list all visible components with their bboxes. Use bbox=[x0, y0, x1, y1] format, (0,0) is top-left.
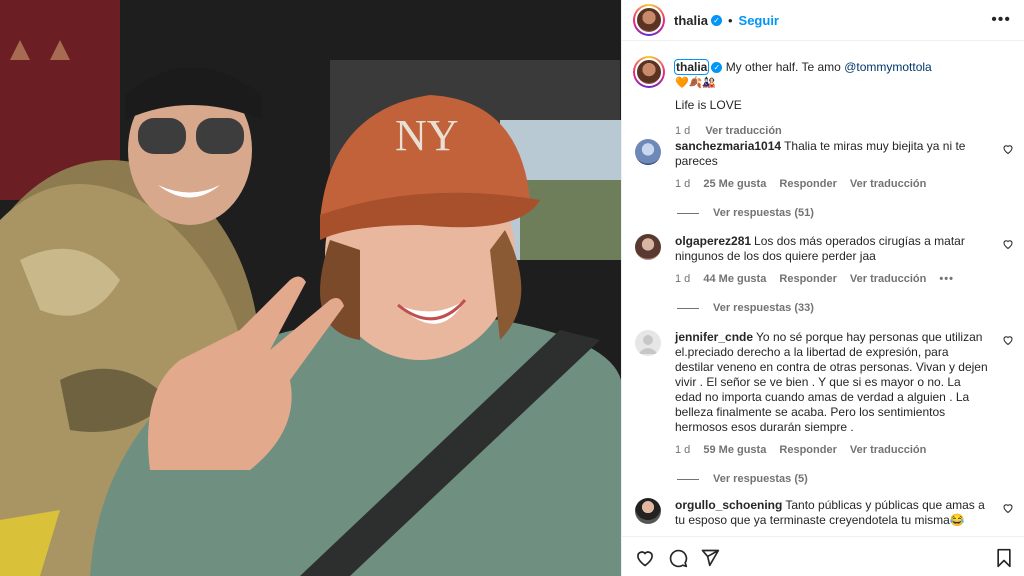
post-photo[interactable]: NY bbox=[0, 0, 621, 576]
caption-time: 1 d bbox=[675, 125, 691, 137]
post-actions-bar bbox=[622, 536, 1024, 576]
heart-icon[interactable] bbox=[1002, 502, 1014, 514]
caption-text: My other half. Te amo bbox=[725, 60, 845, 74]
caption-line2: Life is LOVE bbox=[675, 98, 742, 112]
comment-meta: 1 d 59 Me gusta Responder Ver traducción bbox=[675, 443, 990, 458]
view-replies-button[interactable]: Ver respuestas (51) bbox=[675, 206, 990, 221]
heart-icon[interactable] bbox=[1002, 238, 1014, 250]
commenter-avatar[interactable] bbox=[635, 330, 661, 356]
comment-username[interactable]: sanchezmaria1014 bbox=[675, 139, 781, 153]
replies-label: Ver respuestas (5) bbox=[713, 473, 808, 485]
replies-line bbox=[677, 479, 699, 480]
verified-badge-icon: ✓ bbox=[710, 14, 722, 26]
view-replies-button[interactable]: Ver respuestas (5) bbox=[675, 472, 990, 487]
replies-line bbox=[677, 213, 699, 214]
replies-label: Ver respuestas (33) bbox=[713, 302, 814, 314]
comment-username[interactable]: jennifer_cnde bbox=[675, 330, 753, 344]
replies-line bbox=[677, 308, 699, 309]
share-icon[interactable] bbox=[700, 548, 720, 568]
header-separator: • bbox=[727, 12, 733, 28]
translate-link[interactable]: Ver traducción bbox=[850, 273, 926, 285]
post-header: thalia ✓ • Seguir ••• bbox=[622, 0, 1024, 41]
caption-username[interactable]: thalia bbox=[673, 59, 710, 75]
heart-icon[interactable] bbox=[1002, 334, 1014, 346]
comment-likes[interactable]: 25 Me gusta bbox=[703, 178, 766, 190]
comment-icon[interactable] bbox=[668, 548, 688, 568]
view-replies-button[interactable]: Ver respuestas (33) bbox=[675, 301, 990, 316]
caption-translate-link[interactable]: Ver traducción bbox=[705, 125, 781, 137]
comment-text: Yo no sé porque hay personas que utiliza… bbox=[675, 330, 988, 434]
author-avatar[interactable] bbox=[633, 4, 665, 36]
commenter-avatar[interactable] bbox=[635, 234, 661, 260]
heart-icon[interactable] bbox=[1002, 143, 1014, 155]
comment-meta: 1 d 25 Me gusta Responder Ver traducción bbox=[675, 177, 990, 192]
svg-text:NY: NY bbox=[395, 111, 459, 160]
comment-more-icon[interactable]: ••• bbox=[939, 273, 954, 285]
comment-username[interactable]: orgullo_schoening bbox=[675, 498, 782, 512]
caption-emojis: 🧡🍂🎎 bbox=[675, 77, 717, 89]
replies-label: Ver respuestas (51) bbox=[713, 207, 814, 219]
more-options-icon[interactable]: ••• bbox=[991, 11, 1011, 29]
comment-username[interactable]: olgaperez281 bbox=[675, 234, 751, 248]
comment-time: 1 d bbox=[675, 273, 691, 285]
post-sidebar: thalia ✓ • Seguir ••• thalia ✓ My other h… bbox=[621, 0, 1024, 576]
caption-meta: 1 d Ver traducción bbox=[675, 123, 1005, 139]
follow-button[interactable]: Seguir bbox=[739, 13, 779, 28]
reply-button[interactable]: Responder bbox=[779, 178, 836, 190]
comments-scroll[interactable]: thalia ✓ My other half. Te amo @tommymott… bbox=[622, 42, 1024, 536]
default-avatar-icon bbox=[638, 335, 658, 354]
reply-button[interactable]: Responder bbox=[779, 273, 836, 285]
author-username[interactable]: thalia bbox=[674, 13, 708, 28]
comment-time: 1 d bbox=[675, 178, 691, 190]
heart-icon[interactable] bbox=[635, 548, 655, 568]
comment-likes[interactable]: 59 Me gusta bbox=[703, 444, 766, 456]
comment-meta: 1 d 44 Me gusta Responder Ver traducción… bbox=[675, 272, 990, 287]
verified-badge-icon: ✓ bbox=[711, 62, 723, 73]
reply-button[interactable]: Responder bbox=[779, 444, 836, 456]
caption-mention[interactable]: @tommymottola bbox=[844, 60, 932, 74]
caption-avatar[interactable] bbox=[633, 56, 665, 88]
commenter-avatar[interactable] bbox=[635, 498, 661, 524]
bookmark-icon[interactable] bbox=[994, 548, 1014, 568]
comment-time: 1 d bbox=[675, 444, 691, 456]
translate-link[interactable]: Ver traducción bbox=[850, 444, 926, 456]
commenter-avatar[interactable] bbox=[635, 139, 661, 165]
comment-likes[interactable]: 44 Me gusta bbox=[703, 273, 766, 285]
selfie-image: NY bbox=[0, 0, 621, 576]
translate-link[interactable]: Ver traducción bbox=[850, 178, 926, 190]
